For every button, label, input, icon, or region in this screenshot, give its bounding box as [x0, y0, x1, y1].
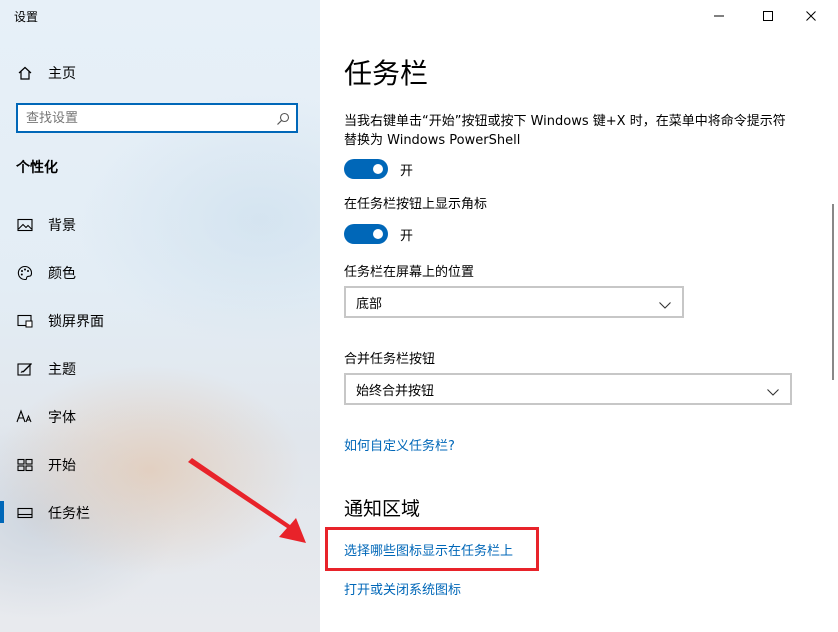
sidebar-item-home[interactable]: 主页: [0, 53, 320, 93]
badge-setting-description: 在任务栏按钮上显示角标: [344, 197, 488, 212]
powershell-setting-description: 当我右键单击“开始”按钮或按下 Windows 键+X 时，在菜单中将命令提示符…: [344, 114, 786, 148]
font-icon: [16, 408, 34, 426]
start-icon: [16, 456, 34, 474]
lock-screen-icon: [16, 312, 34, 330]
sidebar-item-label: 锁屏界面: [48, 314, 104, 330]
window-title: 设置: [14, 10, 39, 24]
minimize-button[interactable]: [696, 0, 742, 32]
badge-toggle[interactable]: [344, 224, 388, 244]
sidebar-item-label: 背景: [48, 218, 76, 234]
search-box[interactable]: [16, 103, 298, 133]
sidebar-item-taskbar[interactable]: 任务栏: [0, 493, 320, 533]
theme-icon: [16, 360, 34, 378]
sidebar-item-background[interactable]: 背景: [0, 205, 320, 245]
sidebar-item-lock-screen[interactable]: 锁屏界面: [0, 301, 320, 341]
toggle-state-label: 开: [400, 163, 414, 179]
close-button[interactable]: [788, 0, 834, 32]
sidebar: 设置 主页 个性化 背景 颜色 锁屏界面 主题: [0, 0, 320, 632]
section-title: 个性化: [16, 160, 58, 176]
sidebar-item-label: 主题: [48, 362, 76, 378]
sidebar-item-themes[interactable]: 主题: [0, 349, 320, 389]
sidebar-item-label: 任务栏: [48, 506, 90, 522]
powershell-toggle[interactable]: [344, 159, 388, 179]
maximize-button[interactable]: [745, 0, 791, 32]
toggle-state-label: 开: [400, 228, 414, 244]
search-input[interactable]: [26, 110, 266, 126]
minimize-icon: [713, 7, 725, 26]
customize-taskbar-link[interactable]: 如何自定义任务栏?: [344, 435, 455, 454]
sidebar-item-label: 字体: [48, 410, 76, 426]
sidebar-item-fonts[interactable]: 字体: [0, 397, 320, 437]
page-title: 任务栏: [344, 57, 429, 90]
sidebar-item-label: 主页: [48, 66, 76, 82]
chevron-down-icon: [766, 383, 780, 402]
taskbar-icon: [16, 504, 34, 522]
sidebar-item-label: 开始: [48, 458, 76, 474]
sidebar-item-start[interactable]: 开始: [0, 445, 320, 485]
sidebar-item-colors[interactable]: 颜色: [0, 253, 320, 293]
sidebar-item-label: 颜色: [48, 266, 76, 282]
combine-buttons-dropdown[interactable]: 始终合并按钮: [344, 373, 792, 405]
taskbar-position-dropdown[interactable]: 底部: [344, 286, 684, 318]
picture-icon: [16, 216, 34, 234]
system-icons-link[interactable]: 打开或关闭系统图标: [344, 579, 461, 598]
maximize-icon: [762, 7, 774, 26]
chevron-down-icon: [658, 296, 672, 315]
scrollbar[interactable]: [832, 204, 834, 380]
highlight-box: [325, 527, 539, 571]
badge-toggle-row: 开: [344, 224, 413, 244]
notification-area-heading: 通知区域: [344, 498, 421, 520]
close-icon: [805, 7, 817, 26]
home-icon: [16, 64, 34, 82]
palette-icon: [16, 264, 34, 282]
powershell-toggle-row: 开: [344, 159, 413, 179]
dropdown-value: 底部: [356, 296, 383, 312]
combine-buttons-label: 合并任务栏按钮: [344, 352, 436, 367]
search-icon[interactable]: [276, 111, 290, 130]
taskbar-position-label: 任务栏在屏幕上的位置: [344, 265, 475, 280]
dropdown-value: 始终合并按钮: [356, 383, 435, 399]
